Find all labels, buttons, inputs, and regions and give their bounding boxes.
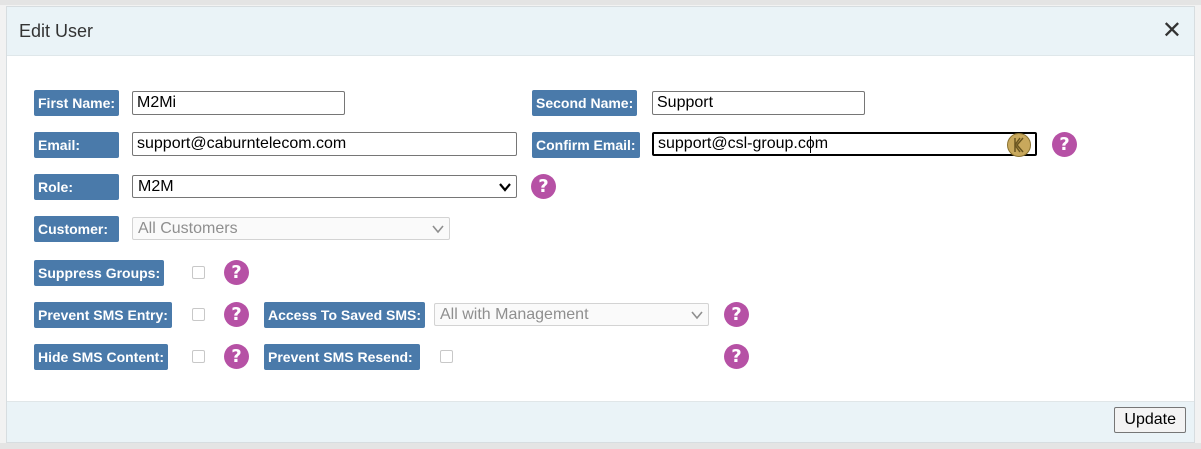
email-label: Email: bbox=[34, 132, 119, 158]
prevent-sms-resend-checkbox[interactable] bbox=[440, 350, 453, 363]
access-saved-sms-select[interactable]: All with Management bbox=[434, 303, 709, 326]
update-button[interactable]: Update bbox=[1114, 407, 1186, 433]
role-label: Role: bbox=[34, 174, 119, 200]
suppress-groups-label: Suppress Groups: bbox=[34, 260, 165, 286]
role-select[interactable]: M2M bbox=[132, 175, 517, 198]
prevent-sms-entry-label: Prevent SMS Entry: bbox=[34, 302, 172, 328]
confirm-email-label: Confirm Email: bbox=[532, 132, 640, 158]
confirm-email-help-icon[interactable]: ? bbox=[1052, 132, 1077, 157]
dialog-header: Edit User ✕ bbox=[7, 7, 1194, 56]
keeper-icon[interactable] bbox=[1007, 133, 1031, 157]
customer-selected-value: All Customers bbox=[138, 220, 238, 237]
customer-select[interactable]: All Customers bbox=[132, 217, 450, 240]
chevron-down-icon bbox=[499, 183, 511, 192]
background-row bbox=[0, 0, 1201, 5]
confirm-email-input[interactable] bbox=[652, 132, 1037, 156]
dialog-title: Edit User bbox=[19, 21, 94, 41]
hide-sms-content-label: Hide SMS Content: bbox=[34, 344, 168, 370]
second-name-label: Second Name: bbox=[532, 90, 638, 116]
prevent-sms-entry-checkbox[interactable] bbox=[192, 308, 205, 321]
hide-sms-content-checkbox[interactable] bbox=[192, 350, 205, 363]
suppress-groups-help-icon[interactable]: ? bbox=[224, 260, 249, 285]
text-cursor bbox=[810, 136, 811, 153]
prevent-sms-resend-help-icon[interactable]: ? bbox=[724, 344, 749, 369]
access-saved-sms-selected-value: All with Management bbox=[440, 306, 589, 323]
background-row bbox=[0, 443, 1201, 449]
prevent-sms-resend-label: Prevent SMS Resend: bbox=[264, 344, 420, 370]
role-selected-value: M2M bbox=[138, 178, 174, 195]
prevent-sms-entry-help-icon[interactable]: ? bbox=[224, 302, 249, 327]
email-input[interactable] bbox=[132, 132, 517, 156]
edit-user-dialog: Edit User ✕ First Name: Second Name: Ema… bbox=[6, 6, 1195, 443]
chevron-down-icon bbox=[432, 225, 444, 234]
hide-sms-content-help-icon[interactable]: ? bbox=[224, 344, 249, 369]
role-help-icon[interactable]: ? bbox=[531, 174, 556, 199]
customer-label: Customer: bbox=[34, 216, 119, 242]
access-saved-sms-help-icon[interactable]: ? bbox=[724, 302, 749, 327]
close-icon[interactable]: ✕ bbox=[1162, 17, 1182, 43]
second-name-input[interactable] bbox=[652, 91, 865, 115]
dialog-footer: Update bbox=[7, 401, 1194, 442]
chevron-down-icon bbox=[691, 311, 703, 320]
first-name-label: First Name: bbox=[34, 90, 120, 116]
suppress-groups-checkbox[interactable] bbox=[192, 266, 205, 279]
access-saved-sms-label: Access To Saved SMS: bbox=[264, 302, 426, 328]
first-name-input[interactable] bbox=[132, 91, 345, 115]
